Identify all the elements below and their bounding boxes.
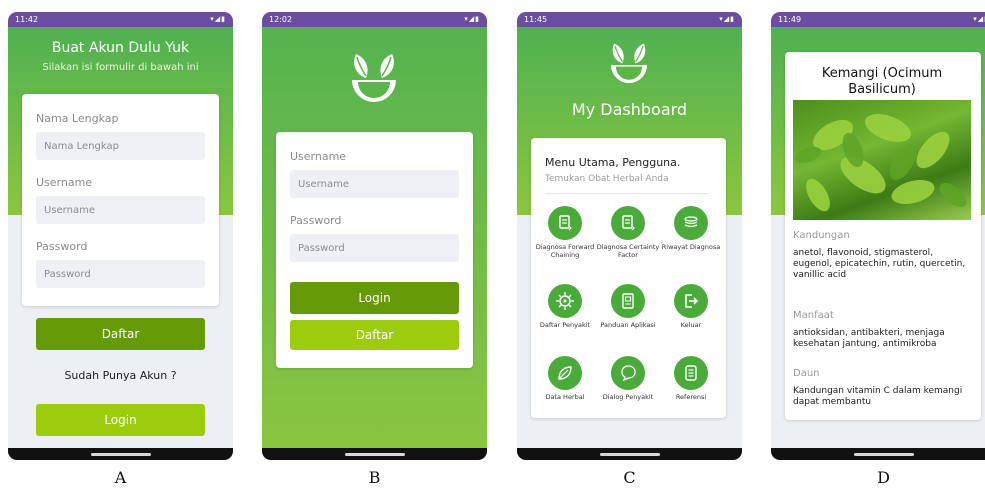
menu-item-logout[interactable]: Keluar <box>659 284 723 329</box>
reference-book-icon <box>674 356 708 390</box>
phone-login-screen: 12:02 ▾◢▮ Username Password Login Daftar <box>262 12 487 460</box>
diagnosis-doc-icon <box>611 206 645 240</box>
menu-item-app-guide[interactable]: Panduan Aplikasi <box>596 284 660 329</box>
status-bar: 11:42 ▾◢▮ <box>8 12 233 27</box>
register-button[interactable]: Daftar <box>290 320 459 350</box>
register-button[interactable]: Daftar <box>36 318 205 350</box>
navigation-bar <box>8 448 233 460</box>
diagnosis-doc-icon <box>548 206 582 240</box>
phone-register-screen: 11:42 ▾◢▮ Buat Akun Dulu Yuk Silakan isi… <box>8 12 233 460</box>
signal-battery-icon: ▾◢▮ <box>973 15 985 23</box>
menu-item-label: Riwayat Diagnosa <box>661 243 721 251</box>
login-button[interactable]: Login <box>36 404 205 436</box>
login-form-card: Username Password Login Daftar <box>276 132 473 368</box>
menu-item-label: Dialog Penyakit <box>602 393 654 401</box>
password-input[interactable] <box>290 234 459 262</box>
menu-divider <box>545 193 710 194</box>
menu-item-label: Diagnosa Forward Chaining <box>535 243 595 259</box>
menu-heading: Menu Utama, Pengguna. <box>545 156 681 169</box>
username-label: Username <box>36 176 93 189</box>
register-title: Buat Akun Dulu Yuk <box>51 40 190 56</box>
signal-battery-icon: ▾◢▮ <box>719 15 735 23</box>
status-bar: 11:49 ▾◢▮ <box>771 12 985 27</box>
home-gesture-pill[interactable] <box>344 453 405 456</box>
phone-dashboard-screen: 11:45 ▾◢▮ My Dashboard Menu Utama, Pengg… <box>517 12 742 460</box>
menu-item-label: Data Herbal <box>545 393 585 401</box>
menu-item-herbal-data[interactable]: Data Herbal <box>533 356 597 401</box>
leaf-heading: Daun <box>793 368 820 379</box>
chat-bubble-icon <box>611 356 645 390</box>
home-gesture-pill[interactable] <box>90 453 151 456</box>
menu-item-label: Daftar Penyakit <box>539 321 591 329</box>
signal-battery-icon: ▾◢▮ <box>464 15 480 23</box>
full-name-input[interactable] <box>36 132 205 160</box>
leaf-icon <box>548 356 582 390</box>
status-time: 12:02 <box>269 15 293 24</box>
menu-item-references[interactable]: Referensi <box>659 356 723 401</box>
status-time: 11:49 <box>778 15 802 24</box>
herbal-bowl-logo-icon <box>352 54 396 102</box>
benefits-heading: Manfaat <box>793 310 834 321</box>
password-input[interactable] <box>36 260 205 288</box>
register-subtitle: Silakan isi formulir di bawah ini <box>42 62 199 73</box>
full-name-label: Nama Lengkap <box>36 112 119 125</box>
menu-item-disease-dialog[interactable]: Dialog Penyakit <box>596 356 660 401</box>
menu-item-history[interactable]: Riwayat Diagnosa <box>659 206 723 251</box>
home-gesture-pill[interactable] <box>853 453 914 456</box>
benefits-text: antioksidan, antibakteri, menjaga keseha… <box>793 328 945 349</box>
username-label: Username <box>290 150 347 163</box>
username-input[interactable] <box>36 196 205 224</box>
login-button[interactable]: Login <box>290 282 459 314</box>
caption-c: C <box>623 468 636 487</box>
menu-item-label: Keluar <box>680 321 702 329</box>
main-menu-card: Menu Utama, Pengguna. Temukan Obat Herba… <box>531 138 726 418</box>
herbal-title: Kemangi (Ocimum Basilicum) <box>821 66 943 97</box>
status-bar: 11:45 ▾◢▮ <box>517 12 742 27</box>
menu-item-certainty-factor[interactable]: Diagnosa Certainty Factor <box>596 206 660 259</box>
password-label: Password <box>290 214 342 227</box>
navigation-bar <box>771 448 985 460</box>
menu-item-label: Referensi <box>675 393 707 401</box>
signal-battery-icon: ▾◢▮ <box>210 15 226 23</box>
have-account-text: Sudah Punya Akun ? <box>64 369 177 382</box>
home-gesture-pill[interactable] <box>599 453 660 456</box>
dashboard-title: My Dashboard <box>571 100 688 119</box>
menu-subheading: Temukan Obat Herbal Anda <box>545 174 669 184</box>
register-form-card: Nama Lengkap Username Password <box>22 94 219 306</box>
logout-icon <box>674 284 708 318</box>
menu-item-disease-list[interactable]: Daftar Penyakit <box>533 284 597 329</box>
status-bar: 12:02 ▾◢▮ <box>262 12 487 27</box>
caption-a: A <box>114 468 127 487</box>
menu-item-label: Panduan Aplikasi <box>600 321 656 329</box>
virus-icon <box>548 284 582 318</box>
basil-leaves-photo <box>793 100 971 220</box>
username-input[interactable] <box>290 170 459 198</box>
navigation-bar <box>262 448 487 460</box>
herbal-detail-card[interactable]: Kemangi (Ocimum Basilicum) Kandungan ane… <box>785 52 981 420</box>
contents-text: anetol, flavonoid, stigmasterol, eugenol… <box>793 248 966 280</box>
contents-heading: Kandungan <box>793 230 850 241</box>
leaf-text: Kandungan vitamin C dalam kemangi dapat … <box>793 386 963 407</box>
caption-d: D <box>877 468 890 487</box>
status-time: 11:45 <box>524 15 548 24</box>
status-time: 11:42 <box>15 15 39 24</box>
caption-b: B <box>368 468 381 487</box>
history-stack-icon <box>674 206 708 240</box>
guide-book-icon <box>611 284 645 318</box>
menu-item-forward-chaining[interactable]: Diagnosa Forward Chaining <box>533 206 597 259</box>
herbal-bowl-logo-icon <box>610 43 648 84</box>
password-label: Password <box>36 240 88 253</box>
phone-herbal-detail-screen: 11:49 ▾◢▮ Kemangi (Ocimum Basilicum) <box>771 12 985 460</box>
navigation-bar <box>517 448 742 460</box>
menu-item-label: Diagnosa Certainty Factor <box>596 243 660 259</box>
